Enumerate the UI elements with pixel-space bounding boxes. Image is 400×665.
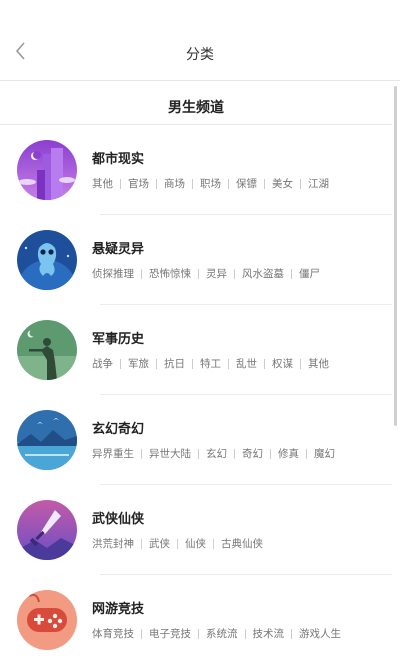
tag[interactable]: 灵异	[206, 266, 227, 281]
channel-title: 男生频道	[168, 100, 224, 116]
tag-separator	[141, 268, 142, 279]
category-name: 军事历史	[92, 332, 145, 347]
tag[interactable]: 战争	[92, 356, 113, 371]
tag-list: 洪荒封神 武侠 仙侠 古典仙侠	[92, 536, 263, 551]
tag[interactable]: 仙侠	[185, 536, 206, 551]
tag-separator	[234, 268, 235, 279]
tag[interactable]: 洪荒封神	[92, 536, 134, 551]
tag[interactable]: 江湖	[308, 176, 329, 191]
tag[interactable]: 异世大陆	[149, 446, 191, 461]
tag-separator	[120, 358, 121, 369]
category-row-gaming[interactable]: 网游竞技 体育竞技 电子竞技 系统流 技术流 游戏人生	[0, 575, 392, 665]
tag-list: 侦探推理 恐怖惊悚 灵异 风水盗墓 僵尸	[92, 266, 320, 281]
city-buildings-icon	[17, 140, 77, 200]
tag[interactable]: 商场	[164, 176, 185, 191]
tag[interactable]: 风水盗墓	[242, 266, 284, 281]
tag[interactable]: 系统流	[206, 626, 238, 641]
tag[interactable]: 武侠	[149, 536, 170, 551]
category-name: 玄幻奇幻	[92, 422, 145, 437]
tag-list: 体育竞技 电子竞技 系统流 技术流 游戏人生	[92, 626, 341, 641]
category-name: 网游竞技	[92, 602, 145, 617]
tag-separator	[291, 268, 292, 279]
tag[interactable]: 其他	[308, 356, 329, 371]
tag[interactable]: 其他	[92, 176, 113, 191]
tag-separator	[177, 538, 178, 549]
tag-separator	[198, 268, 199, 279]
tag-separator	[141, 538, 142, 549]
tag-separator	[234, 448, 235, 459]
tag-separator	[228, 358, 229, 369]
tag-separator	[300, 178, 301, 189]
sword-icon	[17, 500, 77, 560]
tag[interactable]: 奇幻	[242, 446, 263, 461]
tag-separator	[141, 448, 142, 459]
tag[interactable]: 军旅	[128, 356, 149, 371]
tag-separator	[213, 538, 214, 549]
tag-separator	[270, 448, 271, 459]
tag[interactable]: 体育竞技	[92, 626, 134, 641]
tag-list: 战争 军旅 抗日 特工 乱世 权谋 其他	[92, 356, 329, 371]
tag[interactable]: 技术流	[253, 626, 285, 641]
category-row-wuxia[interactable]: 武侠仙侠 洪荒封神 武侠 仙侠 古典仙侠	[0, 485, 392, 575]
tag-separator	[228, 178, 229, 189]
tag-separator	[141, 628, 142, 639]
tag[interactable]: 官场	[128, 176, 149, 191]
tag[interactable]: 电子竞技	[149, 626, 191, 641]
tag[interactable]: 游戏人生	[299, 626, 341, 641]
category-name: 悬疑灵异	[92, 242, 145, 257]
fantasy-landscape-icon	[17, 410, 77, 470]
tag[interactable]: 异界重生	[92, 446, 134, 461]
soldier-rifle-icon	[17, 320, 77, 380]
tag[interactable]: 古典仙侠	[221, 536, 263, 551]
tag[interactable]: 保镖	[236, 176, 257, 191]
top-bar: 分类	[0, 0, 400, 81]
tag[interactable]: 僵尸	[299, 266, 320, 281]
scrollbar[interactable]	[394, 86, 397, 426]
category-row-fantasy[interactable]: 玄幻奇幻 异界重生 异世大陆 玄幻 奇幻 修真 魔幻	[0, 395, 392, 485]
tag-separator	[291, 628, 292, 639]
category-row-urban[interactable]: 都市现实 其他 官场 商场 职场 保镖 美女 江湖	[0, 125, 392, 215]
tag[interactable]: 权谋	[272, 356, 293, 371]
tag-separator	[198, 448, 199, 459]
tag[interactable]: 美女	[272, 176, 293, 191]
ghost-icon	[17, 230, 77, 290]
tag[interactable]: 魔幻	[314, 446, 335, 461]
tag-separator	[156, 358, 157, 369]
tag[interactable]: 职场	[200, 176, 221, 191]
page-title: 分类	[186, 47, 214, 63]
tag-separator	[198, 628, 199, 639]
tag[interactable]: 抗日	[164, 356, 185, 371]
tag-separator	[264, 178, 265, 189]
tag[interactable]: 特工	[200, 356, 221, 371]
tag-separator	[120, 178, 121, 189]
tag[interactable]: 侦探推理	[92, 266, 134, 281]
tag-separator	[192, 358, 193, 369]
tag[interactable]: 玄幻	[206, 446, 227, 461]
tag-list: 其他 官场 商场 职场 保镖 美女 江湖	[92, 176, 329, 191]
category-name: 都市现实	[92, 152, 145, 167]
tag-list: 异界重生 异世大陆 玄幻 奇幻 修真 魔幻	[92, 446, 335, 461]
tag-separator	[300, 358, 301, 369]
tag[interactable]: 修真	[278, 446, 299, 461]
category-row-military[interactable]: 军事历史 战争 军旅 抗日 特工 乱世 权谋 其他	[0, 305, 392, 395]
tag-separator	[244, 628, 246, 639]
tag[interactable]: 恐怖惊悚	[149, 266, 191, 281]
tag-separator	[264, 358, 265, 369]
tag-separator	[192, 178, 193, 189]
tag-separator	[156, 178, 157, 189]
category-name: 武侠仙侠	[92, 512, 145, 527]
category-row-suspense[interactable]: 悬疑灵异 侦探推理 恐怖惊悚 灵异 风水盗墓 僵尸	[0, 215, 392, 305]
gamepad-icon	[17, 590, 77, 650]
tag-separator	[306, 448, 307, 459]
tag[interactable]: 乱世	[236, 356, 257, 371]
